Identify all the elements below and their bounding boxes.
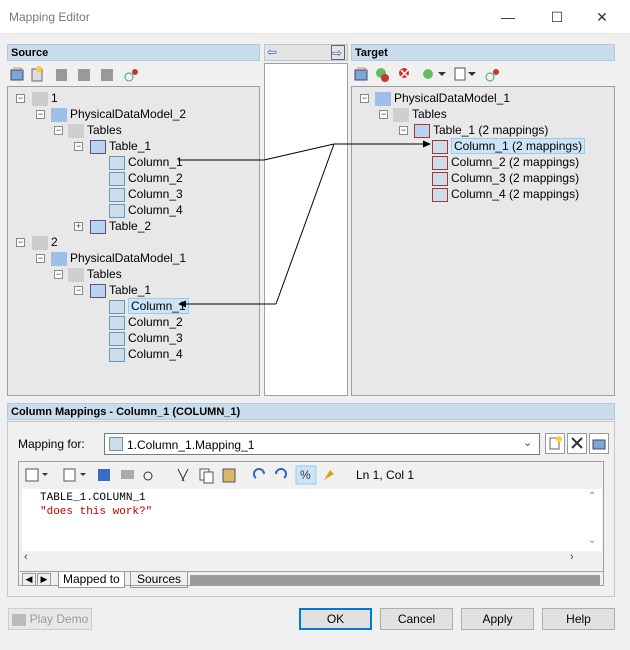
tab-scroll-area	[190, 575, 600, 585]
cursor-position: Ln 1, Col 1	[356, 468, 415, 482]
mapping-select-value: 1.Column_1.Mapping_1	[127, 438, 255, 452]
undo-icon[interactable]	[253, 468, 265, 479]
tab-scroll-left-icon[interactable]: ◀	[22, 573, 36, 586]
edit-icon[interactable]	[63, 468, 86, 482]
expression-text-area[interactable]: TABLE_1.COLUMN_1 "does this work?" ⌃ ⌄	[22, 489, 602, 551]
apply-button[interactable]: Apply	[461, 608, 534, 630]
find-text-icon[interactable]	[143, 471, 153, 481]
percent-icon[interactable]: %	[300, 468, 311, 482]
scroll-right-icon[interactable]: ›	[570, 551, 574, 563]
editor-toolbar: %	[22, 464, 602, 486]
mapping-select[interactable]: 1.Column_1.Mapping_1 ⌄	[104, 433, 540, 455]
horizontal-scrollbar[interactable]: ‹ ›	[22, 551, 602, 565]
scroll-down-icon[interactable]: ⌄	[588, 535, 596, 546]
scroll-up-icon[interactable]: ⌃	[588, 491, 596, 502]
demo-icon	[11, 613, 26, 626]
format-icon[interactable]	[25, 468, 48, 482]
expression-line-1: TABLE_1.COLUMN_1	[40, 492, 146, 504]
column-mappings-header: Column Mappings - Column_1 (COLUMN_1)	[7, 403, 615, 420]
save-icon[interactable]	[98, 469, 110, 481]
new-mapping-button[interactable]	[545, 433, 565, 454]
redo-icon[interactable]	[275, 468, 287, 479]
play-demo-button[interactable]: Play Demo	[8, 608, 92, 630]
help-button[interactable]: Help	[542, 608, 615, 630]
scroll-left-icon[interactable]: ‹	[24, 551, 28, 563]
chevron-down-icon[interactable]: ⌄	[523, 436, 532, 449]
cut-icon[interactable]	[177, 468, 189, 482]
mapping-for-label: Mapping for:	[18, 437, 85, 451]
ok-button[interactable]: OK	[299, 608, 372, 630]
tab-scroll-right-icon[interactable]: ▶	[37, 573, 51, 586]
tab-strip: ◀ ▶ Mapped to Sources	[20, 571, 604, 588]
cancel-button[interactable]: Cancel	[380, 608, 453, 630]
mapping-icon	[109, 437, 123, 451]
highlight-icon[interactable]	[324, 470, 334, 480]
paste-icon[interactable]	[222, 468, 236, 483]
play-demo-label: Play Demo	[29, 612, 89, 626]
tab-sources[interactable]: Sources	[130, 572, 189, 588]
print-icon[interactable]	[121, 470, 134, 479]
mapping-properties-button[interactable]	[589, 433, 609, 454]
expression-line-2: "does this work?"	[40, 506, 153, 518]
svg-text:%: %	[300, 468, 311, 482]
tab-mapped-to[interactable]: Mapped to	[58, 572, 125, 588]
delete-mapping-button[interactable]	[567, 433, 587, 454]
copy-icon[interactable]	[199, 468, 214, 484]
